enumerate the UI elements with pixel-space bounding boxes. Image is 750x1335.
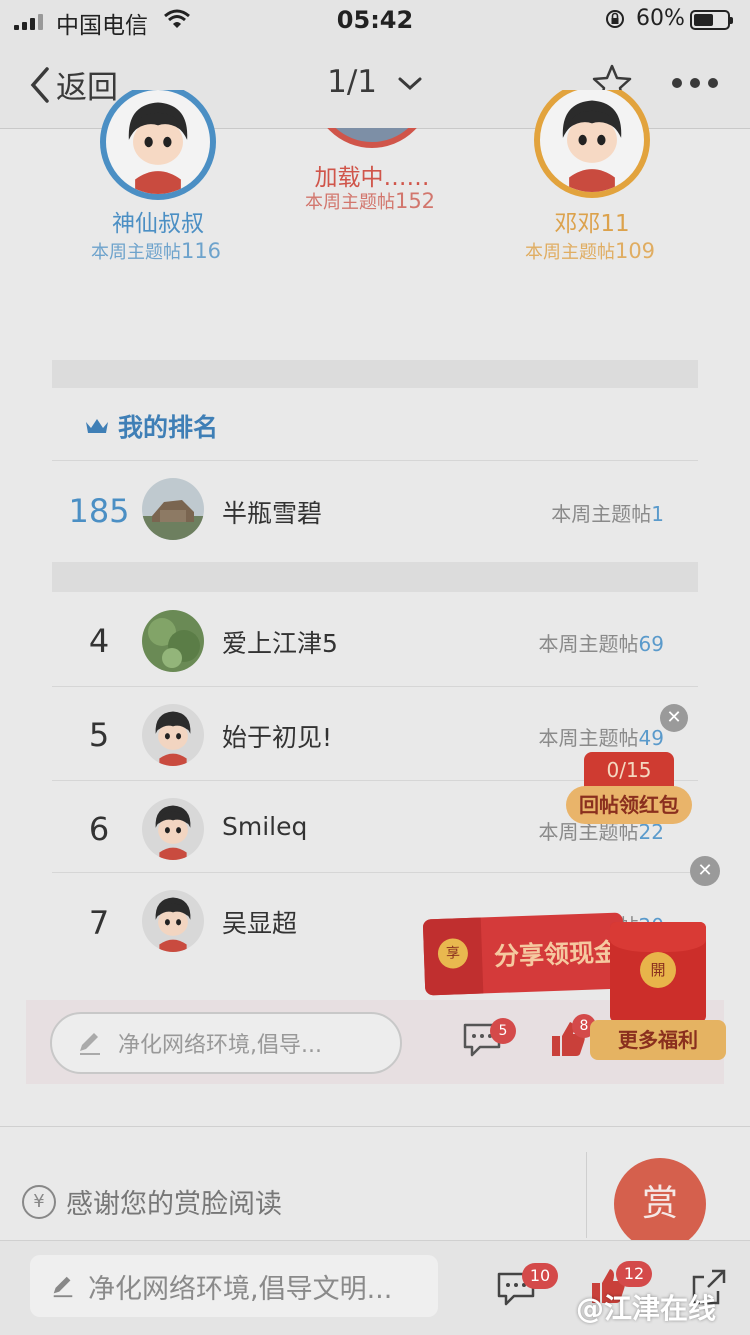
watermark: @江津在线 <box>576 1292 717 1325</box>
thanks-text: 感谢您的赏脸阅读 <box>66 1189 282 1220</box>
top-user-name: 邓邓11 <box>554 211 630 237</box>
yuan-icon: ¥ <box>22 1184 56 1219</box>
top-user-name: 神仙叔叔 <box>112 211 204 237</box>
divider <box>586 1152 587 1238</box>
embedded-like-button[interactable]: 8 <box>550 1014 596 1062</box>
comment-button[interactable]: 10 <box>496 1263 558 1311</box>
comment-input[interactable]: 净化网络环境,倡导文明... <box>30 1255 438 1317</box>
avatar-plant-icon <box>142 610 204 672</box>
more-benefits-envelope[interactable]: 開 <box>610 922 706 1022</box>
user-avatar <box>142 798 204 860</box>
rotation-lock-icon <box>606 10 624 28</box>
rank-number: 4 <box>88 622 110 660</box>
more-options-icon[interactable] <box>672 78 718 88</box>
user-avatar <box>142 890 204 952</box>
my-avatar <box>142 478 204 540</box>
rank-number: 7 <box>88 904 110 942</box>
stat-value: 116 <box>180 239 222 263</box>
user-avatar <box>142 704 204 766</box>
battery-icon <box>690 10 733 30</box>
stat-value: 49 <box>638 726 664 750</box>
stat-value: 109 <box>614 239 656 263</box>
user-name: Smileq <box>222 812 308 841</box>
close-reply-promo-button[interactable]: ✕ <box>660 704 688 732</box>
page-indicator: 1/1 <box>327 64 378 100</box>
thanks-row: ¥ 感谢您的赏脸阅读 <box>22 1182 282 1221</box>
my-rank-row[interactable]: 185 半瓶雪碧 本周主题帖1 <box>52 462 698 560</box>
open-seal-icon: 開 <box>640 952 676 988</box>
stat-label: 本周主题帖 <box>538 726 639 750</box>
top-user-stat: 本周主题帖109 <box>480 238 700 264</box>
bottom-bar: 净化网络环境,倡导文明... 10 12 @江津在线 <box>0 1240 750 1335</box>
section-divider <box>52 562 698 592</box>
pencil-icon <box>53 1276 73 1298</box>
user-name: 吴显超 <box>222 909 298 938</box>
top-user-avatar[interactable] <box>312 128 432 148</box>
stat-label: 本周主题帖 <box>551 502 652 526</box>
reply-redpack-button[interactable]: 回帖领红包 <box>566 786 692 824</box>
top-user-avatar[interactable] <box>100 90 216 200</box>
top-user-name: 加载中…… <box>314 165 430 191</box>
top-user-stat: 本周主题帖116 <box>46 238 266 264</box>
more-benefits-button[interactable]: 更多福利 <box>590 1020 726 1060</box>
comment-placeholder: 净化网络环境,倡导文明... <box>88 1273 393 1305</box>
my-rank-number: 185 <box>68 492 130 530</box>
stat-label: 本周主题帖 <box>90 242 181 263</box>
top-user-avatar[interactable] <box>534 90 650 200</box>
avatar-face-icon <box>562 100 622 192</box>
comment-count-badge: 5 <box>490 1018 516 1044</box>
stat-label: 本周主题帖 <box>524 242 615 263</box>
rank-number: 6 <box>88 810 110 848</box>
reward-button[interactable]: 赏 <box>614 1158 706 1250</box>
crown-icon <box>86 419 108 433</box>
avatar-face-icon <box>155 897 191 952</box>
stat-label: 本周主题帖 <box>538 632 639 656</box>
avatar-face-icon <box>155 805 191 860</box>
share-cash-banner[interactable]: 享 分享领现金 <box>422 912 626 996</box>
stat-value: 1 <box>651 502 664 526</box>
divider <box>52 460 698 461</box>
my-rank-header: 我的排名 <box>84 408 218 444</box>
stat-value: 69 <box>638 632 664 656</box>
avatar-face-icon <box>128 102 188 194</box>
section-divider <box>52 360 698 388</box>
embedded-comment-button[interactable]: 5 <box>462 1018 516 1062</box>
divider <box>52 686 698 687</box>
user-stat: 本周主题帖49 <box>539 722 664 751</box>
avatar-face-icon <box>155 711 191 766</box>
user-name: 始于初见! <box>222 723 333 752</box>
stat-value: 152 <box>394 189 436 213</box>
reply-progress: 0/15 <box>584 752 674 790</box>
battery-percent: 60% <box>636 6 685 31</box>
my-rank-title: 我的排名 <box>118 413 219 442</box>
my-stat: 本周主题帖1 <box>551 498 664 527</box>
pencil-icon <box>80 1033 100 1055</box>
close-share-promo-button[interactable]: ✕ <box>690 856 720 886</box>
embedded-placeholder: 净化网络环境,倡导... <box>118 1033 322 1058</box>
rank-number: 5 <box>88 716 110 754</box>
chevron-down-icon <box>398 77 422 90</box>
envelope-seal-icon: 享 <box>437 937 469 969</box>
top-user-stat: 本周主题帖152 <box>260 188 480 214</box>
stat-label: 本周主题帖 <box>304 192 395 213</box>
embedded-comment-input[interactable]: 净化网络环境,倡导... <box>50 1012 402 1074</box>
avatar-house-icon <box>142 478 204 540</box>
divider <box>0 1126 750 1127</box>
share-cash-label: 分享领现金 <box>493 937 619 972</box>
my-name: 半瓶雪碧 <box>222 499 323 528</box>
red-envelope-icon: 享 <box>422 917 484 996</box>
user-stat: 本周主题帖69 <box>539 628 664 657</box>
ranking-row[interactable]: 4 爱上江津5 本周主题帖69 <box>52 594 698 686</box>
divider <box>52 872 698 873</box>
like-count-badge: 12 <box>616 1261 652 1287</box>
user-avatar <box>142 610 204 672</box>
user-name: 爱上江津5 <box>222 629 338 658</box>
status-bar: 中国电信 05:42 60% <box>0 0 750 40</box>
comment-count-badge: 10 <box>522 1263 558 1289</box>
